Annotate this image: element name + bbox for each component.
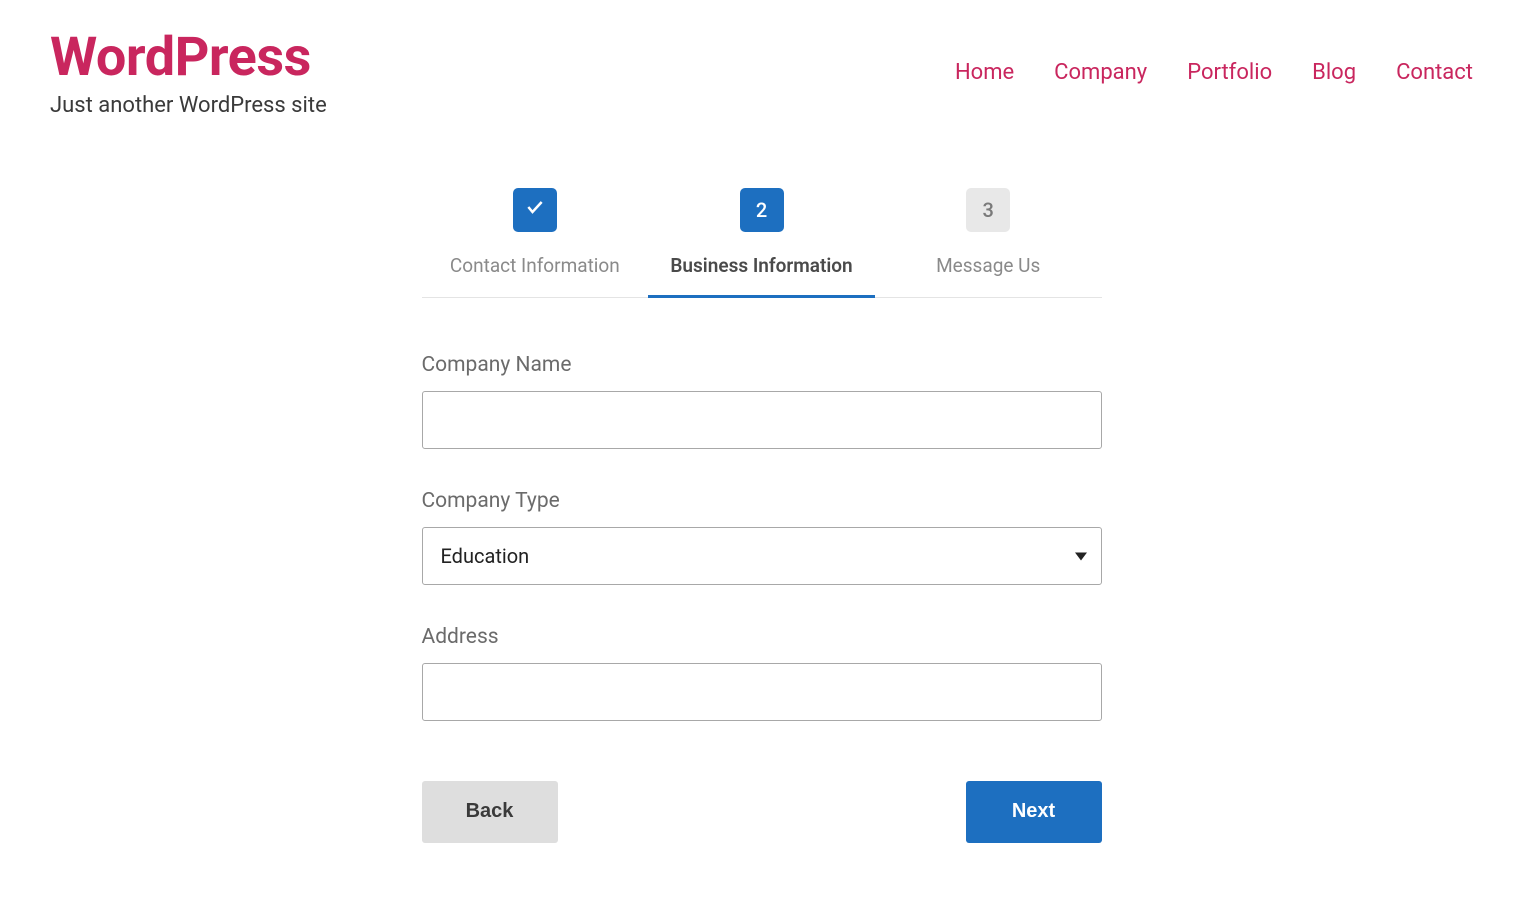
field-company-type: Company Type Education xyxy=(422,489,1102,585)
step-indicator-complete xyxy=(513,188,557,232)
field-address: Address xyxy=(422,625,1102,721)
field-company-name: Company Name xyxy=(422,353,1102,449)
step-indicator-active: 2 xyxy=(740,188,784,232)
step-contact-information[interactable]: Contact Information xyxy=(422,188,649,297)
brand-block: WordPress Just another WordPress site xyxy=(50,30,327,118)
label-company-name: Company Name xyxy=(422,353,1102,377)
step-indicator-inactive: 3 xyxy=(966,188,1010,232)
main-nav: Home Company Portfolio Blog Contact xyxy=(955,30,1473,85)
input-address[interactable] xyxy=(422,663,1102,721)
step-label: Business Information xyxy=(670,254,852,277)
back-button[interactable]: Back xyxy=(422,781,558,843)
form-wrapper: Contact Information 2 Business Informati… xyxy=(412,188,1112,843)
step-message-us[interactable]: 3 Message Us xyxy=(875,188,1102,297)
step-label: Contact Information xyxy=(450,254,620,277)
nav-item-home[interactable]: Home xyxy=(955,60,1014,85)
input-company-name[interactable] xyxy=(422,391,1102,449)
step-label: Message Us xyxy=(936,254,1040,277)
label-address: Address xyxy=(422,625,1102,649)
select-wrapper: Education xyxy=(422,527,1102,585)
site-header: WordPress Just another WordPress site Ho… xyxy=(0,0,1523,128)
step-business-information[interactable]: 2 Business Information xyxy=(648,188,875,297)
select-company-type[interactable]: Education xyxy=(422,527,1102,585)
site-tagline: Just another WordPress site xyxy=(50,93,327,118)
nav-item-company[interactable]: Company xyxy=(1054,60,1147,85)
site-title[interactable]: WordPress xyxy=(50,30,327,87)
next-button[interactable]: Next xyxy=(966,781,1102,843)
steps-bar: Contact Information 2 Business Informati… xyxy=(422,188,1102,298)
button-row: Back Next xyxy=(422,781,1102,843)
nav-item-blog[interactable]: Blog xyxy=(1312,60,1356,85)
nav-item-portfolio[interactable]: Portfolio xyxy=(1187,60,1272,85)
check-icon xyxy=(525,197,545,222)
label-company-type: Company Type xyxy=(422,489,1102,513)
nav-item-contact[interactable]: Contact xyxy=(1396,60,1473,85)
